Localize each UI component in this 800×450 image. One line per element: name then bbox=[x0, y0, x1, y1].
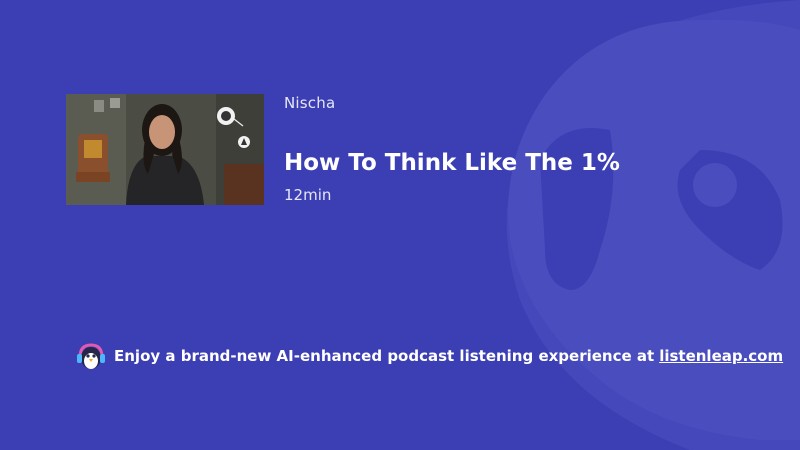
promo-text: Enjoy a brand-new AI-enhanced podcast li… bbox=[114, 347, 655, 365]
background-watermark-logo bbox=[506, 0, 800, 450]
episode-author: Nischa bbox=[284, 94, 336, 112]
video-thumbnail-image bbox=[66, 94, 264, 205]
penguin-headphones-icon bbox=[77, 343, 105, 369]
episode-duration: 12min bbox=[284, 186, 332, 204]
episode-title[interactable]: How To Think Like The 1% bbox=[284, 150, 620, 176]
promo-banner: Enjoy a brand-new AI-enhanced podcast li… bbox=[76, 342, 783, 370]
promo-link[interactable]: listenleap.com bbox=[659, 347, 783, 365]
episode-thumbnail[interactable] bbox=[66, 94, 264, 205]
